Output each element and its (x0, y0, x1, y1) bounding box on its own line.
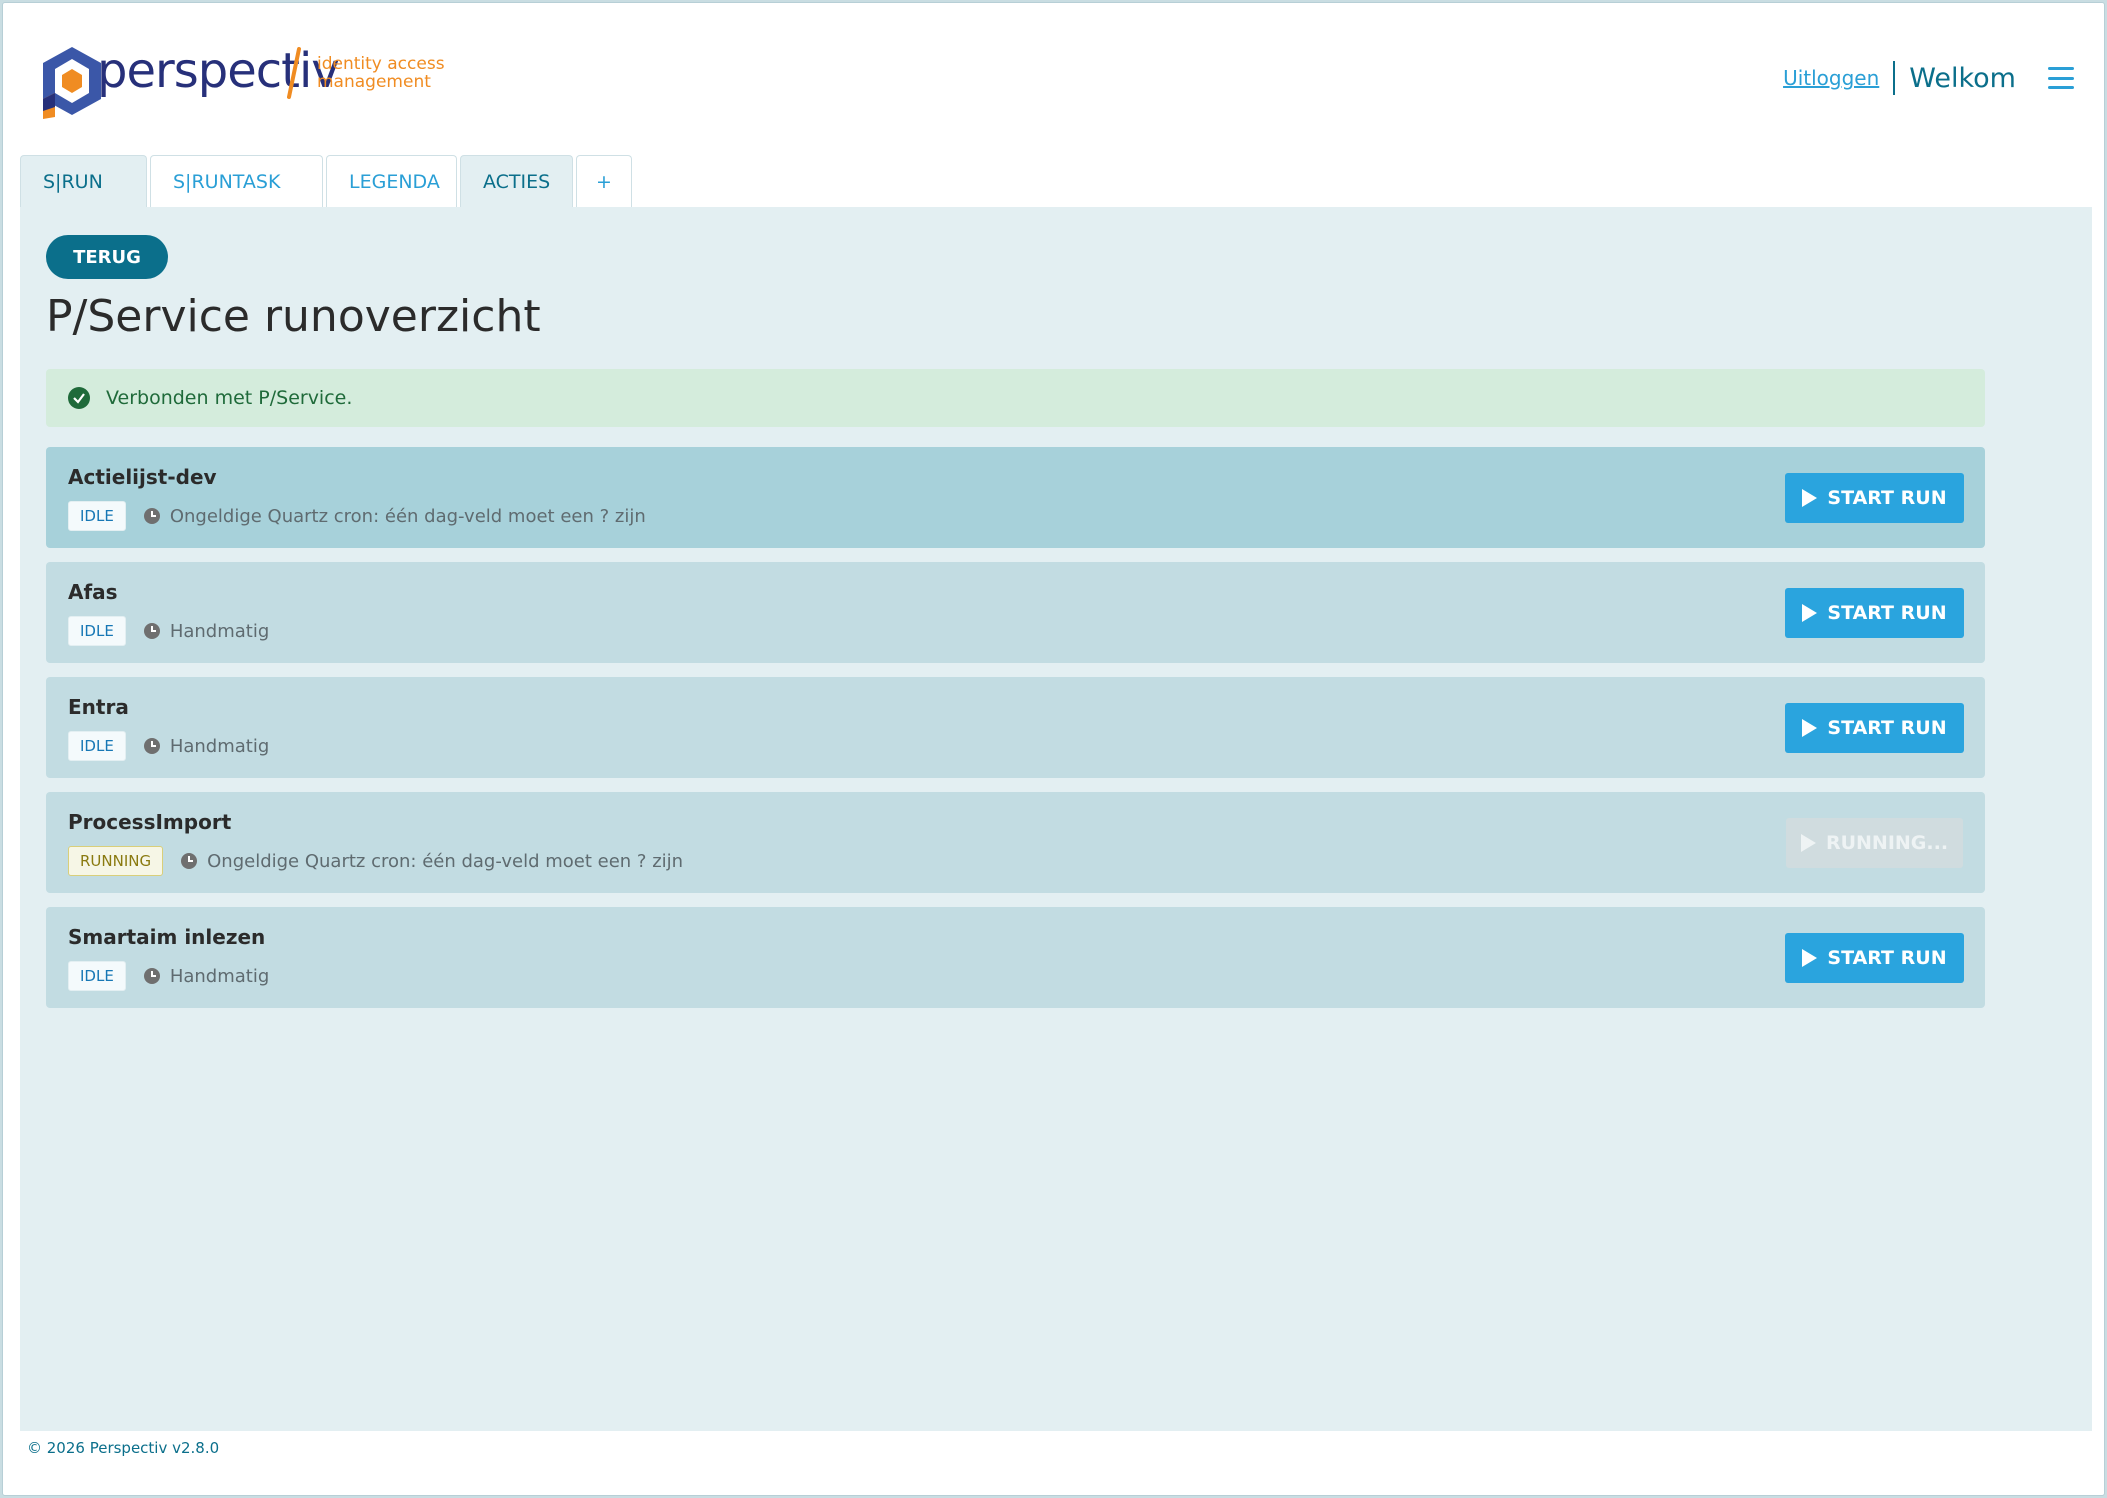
header-divider (1893, 61, 1896, 95)
clock-icon (143, 968, 160, 984)
run-name: Afas (68, 580, 118, 604)
play-icon (1802, 719, 1818, 737)
clock-icon (181, 853, 198, 869)
tab-legenda[interactable]: LEGENDA (326, 155, 457, 207)
start-run-button[interactable]: START RUN (1785, 933, 1964, 983)
logo-slash-icon (287, 47, 301, 99)
run-name: ProcessImport (68, 810, 232, 834)
start-run-button[interactable]: START RUN (1785, 473, 1964, 523)
welcome-text: Welkom (1909, 62, 2016, 94)
tab-bar: S|RUN S|RUNTASK LEGENDA ACTIES + (20, 155, 632, 207)
main-content: TERUG P/Service runoverzicht Verbonden m… (20, 207, 2092, 1431)
start-run-label: START RUN (1827, 717, 1947, 739)
tab-add[interactable]: + (576, 155, 632, 207)
tab-srun[interactable]: S|RUN (20, 155, 147, 207)
run-meta: IDLE Ongeldige Quartz cron: één dag-veld… (68, 501, 646, 531)
tab-sruntask[interactable]: S|RUNTASK (150, 155, 323, 207)
run-row: Actielijst-dev IDLE Ongeldige Quartz cro… (46, 447, 1985, 548)
status-badge: IDLE (68, 961, 126, 991)
start-run-label: START RUN (1827, 947, 1947, 969)
alert-text: Verbonden met P/Service. (106, 387, 353, 409)
run-schedule: Ongeldige Quartz cron: één dag-veld moet… (207, 850, 684, 872)
hamburger-icon[interactable] (2048, 67, 2074, 89)
status-badge: IDLE (68, 501, 126, 531)
run-row: Afas IDLE Handmatig START RUN (46, 562, 1985, 663)
start-run-button[interactable]: START RUN (1785, 703, 1964, 753)
start-run-button[interactable]: START RUN (1785, 588, 1964, 638)
logo-hexagon-icon (43, 47, 101, 119)
run-schedule: Ongeldige Quartz cron: één dag-veld moet… (169, 505, 646, 527)
run-schedule: Handmatig (169, 735, 270, 757)
logo-wordmark: perspectiv (97, 43, 340, 99)
play-icon (1802, 604, 1818, 622)
run-meta: IDLE Handmatig (68, 616, 269, 646)
run-row: Smartaim inlezen IDLE Handmatig START RU… (46, 907, 1985, 1008)
run-name: Smartaim inlezen (68, 925, 266, 949)
clock-icon (143, 508, 160, 524)
perspectiv-logo[interactable]: perspectiv identity access management (39, 43, 459, 123)
play-icon (1800, 834, 1816, 852)
run-list: Actielijst-dev IDLE Ongeldige Quartz cro… (46, 447, 1985, 1022)
run-schedule: Handmatig (169, 620, 270, 642)
run-meta: RUNNING Ongeldige Quartz cron: één dag-v… (68, 846, 683, 876)
back-button[interactable]: TERUG (46, 235, 168, 279)
connection-alert: Verbonden met P/Service. (46, 369, 1985, 427)
run-meta: IDLE Handmatig (68, 731, 269, 761)
run-name: Actielijst-dev (68, 465, 217, 489)
logo-tagline-line1: identity access (317, 54, 445, 74)
tab-acties[interactable]: ACTIES (460, 155, 573, 207)
run-schedule: Handmatig (169, 965, 270, 987)
status-badge: IDLE (68, 731, 126, 761)
page-title: P/Service runoverzicht (46, 291, 541, 342)
footer-copyright: © 2026 Perspectiv v2.8.0 (27, 1439, 220, 1457)
status-badge: RUNNING (68, 846, 164, 876)
header-actions: Uitloggen Welkom (1783, 61, 2074, 95)
status-badge: IDLE (68, 616, 126, 646)
logo-tagline: identity access management (317, 55, 445, 91)
check-circle-icon (68, 387, 90, 409)
app-window: perspectiv identity access management Ui… (2, 2, 2105, 1496)
run-name: Entra (68, 695, 129, 719)
running-label: RUNNING... (1825, 832, 1949, 854)
run-row: Entra IDLE Handmatig START RUN (46, 677, 1985, 778)
logout-link[interactable]: Uitloggen (1783, 66, 1879, 90)
run-meta: IDLE Handmatig (68, 961, 269, 991)
play-icon (1802, 489, 1818, 507)
start-run-label: START RUN (1827, 487, 1947, 509)
clock-icon (143, 738, 160, 754)
clock-icon (143, 623, 160, 639)
running-button: RUNNING... (1786, 818, 1963, 868)
logo-tagline-line2: management (317, 72, 431, 92)
play-icon (1802, 949, 1818, 967)
run-row: ProcessImport RUNNING Ongeldige Quartz c… (46, 792, 1985, 893)
start-run-label: START RUN (1827, 602, 1947, 624)
